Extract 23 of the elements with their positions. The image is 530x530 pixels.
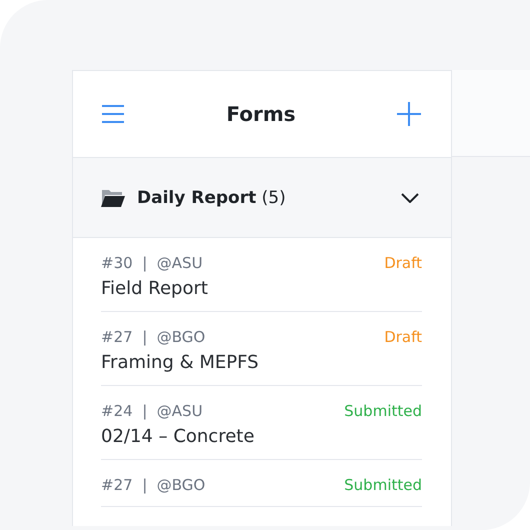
status-label: Submitted: [344, 402, 422, 420]
form-meta: #30 | @ASU: [101, 254, 203, 272]
header-title: Forms: [226, 102, 296, 126]
form-meta: #27 | @BGO: [101, 328, 206, 346]
form-item[interactable]: #30 | @ASU Draft Field Report: [101, 238, 422, 312]
form-meta: #27 | @BGO: [101, 476, 206, 494]
menu-icon: [101, 104, 125, 124]
folder-name: Daily Report (5): [137, 188, 287, 208]
form-item[interactable]: #27 | @BGO Submitted: [101, 460, 422, 507]
form-item[interactable]: #27 | @BGO Draft Framing & MEPFS: [101, 312, 422, 386]
form-title: 02/14 – Concrete: [101, 426, 256, 447]
plus-icon: [396, 102, 421, 126]
menu-button[interactable]: [101, 104, 125, 124]
form-title: Field Report: [101, 278, 209, 299]
add-button[interactable]: [396, 102, 421, 126]
folder-icon: [101, 188, 125, 206]
status-label: Submitted: [344, 476, 422, 494]
form-title: Framing & MEPFS: [101, 352, 260, 373]
form-item[interactable]: #24 | @ASU Submitted 02/14 – Concrete: [101, 386, 422, 460]
status-label: Draft: [384, 328, 422, 346]
folder-row[interactable]: Daily Report (5): [73, 158, 451, 238]
status-label: Draft: [384, 254, 422, 272]
form-meta: #24 | @ASU: [101, 402, 203, 420]
